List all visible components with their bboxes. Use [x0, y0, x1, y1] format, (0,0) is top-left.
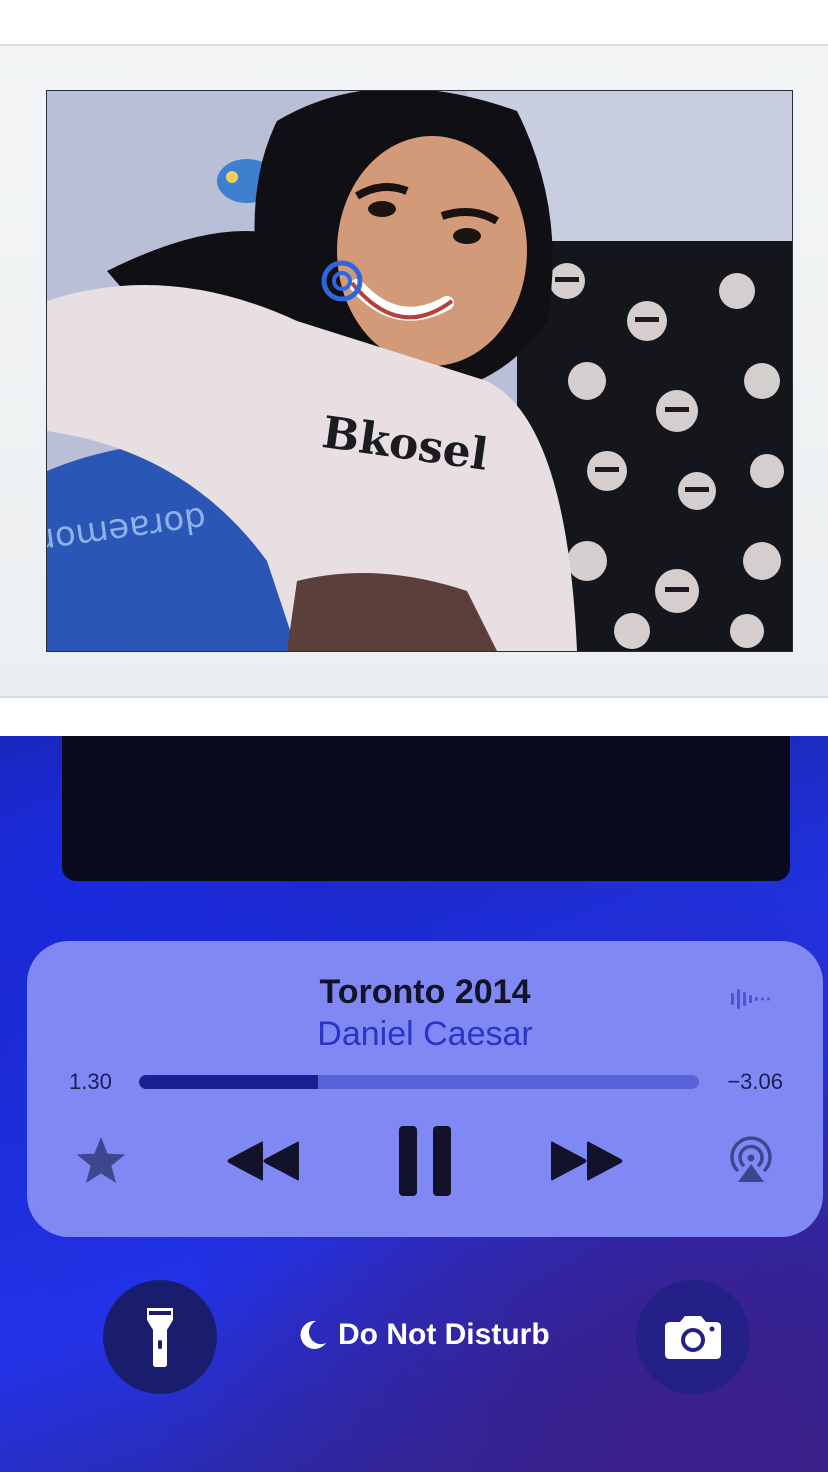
- rewind-icon: [227, 1141, 299, 1181]
- fast-forward-icon: [551, 1141, 623, 1181]
- fast-forward-button[interactable]: [547, 1127, 631, 1195]
- track-artist[interactable]: Daniel Caesar: [27, 1015, 823, 1054]
- flashlight-icon: [147, 1308, 173, 1367]
- favorite-button[interactable]: [71, 1131, 131, 1191]
- remaining-time: −3.06: [727, 1069, 783, 1094]
- progress-fill: [139, 1075, 319, 1089]
- pause-icon: [399, 1126, 451, 1196]
- airplay-icon: [730, 1136, 772, 1182]
- lock-screen: Toronto 2014 Daniel Caesar 1.30 −3.06 Do…: [0, 736, 828, 1472]
- notification-panel: [62, 736, 790, 881]
- rewind-button[interactable]: [221, 1127, 305, 1195]
- pause-button[interactable]: [389, 1123, 463, 1199]
- elapsed-time: 1.30: [69, 1069, 112, 1094]
- selfie-photo: doraemon Bkosel: [46, 90, 793, 652]
- flashlight-button[interactable]: [103, 1280, 217, 1394]
- progress-scrubber[interactable]: [139, 1075, 699, 1089]
- airplay-button[interactable]: [719, 1129, 783, 1193]
- moon-icon: [300, 1320, 326, 1349]
- track-title: Toronto 2014: [319, 973, 531, 1011]
- selfie-illustration: doraemon Bkosel: [47, 91, 792, 651]
- now-playing-widget[interactable]: Toronto 2014 Daniel Caesar 1.30 −3.06: [27, 941, 823, 1237]
- focus-status[interactable]: Do Not Disturb: [296, 1318, 550, 1352]
- camera-button[interactable]: [636, 1280, 750, 1394]
- waveform-icon: [731, 989, 770, 1009]
- camera-icon: [665, 1316, 721, 1359]
- star-icon: [76, 1136, 126, 1184]
- focus-label: Do Not Disturb: [338, 1318, 550, 1351]
- top-area: doraemon Bkosel: [0, 0, 828, 736]
